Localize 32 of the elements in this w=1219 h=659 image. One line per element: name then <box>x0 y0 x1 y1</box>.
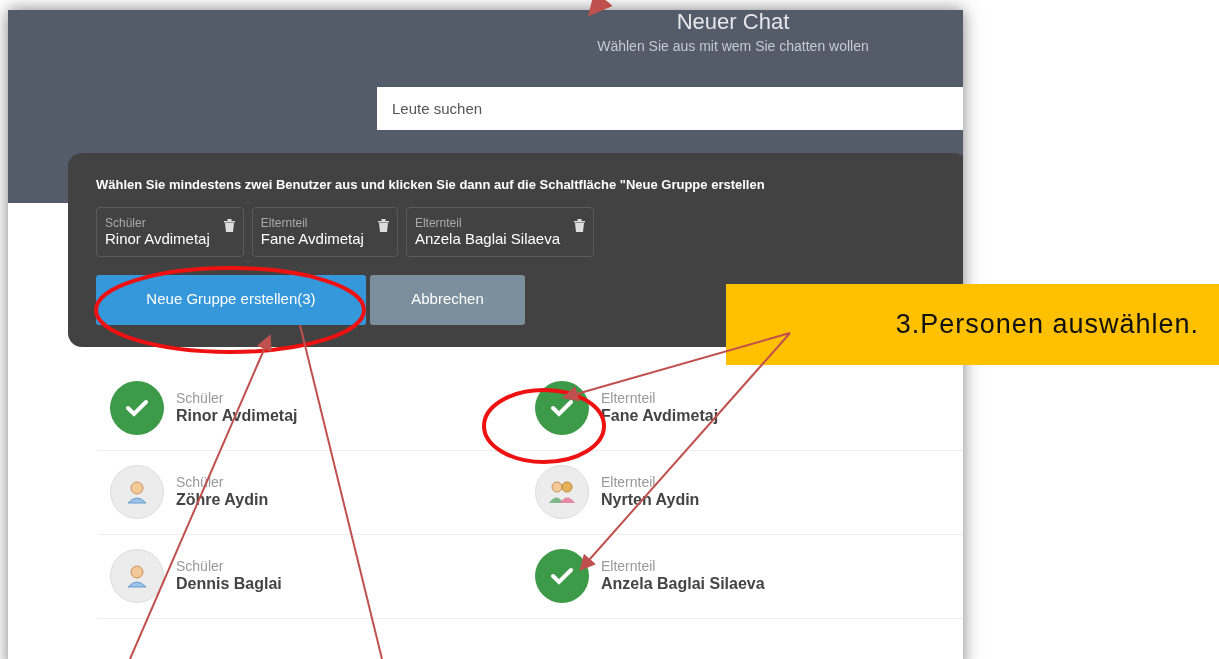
avatar[interactable] <box>110 549 164 603</box>
checked-avatar[interactable] <box>535 549 589 603</box>
search-field[interactable]: Leute suchen <box>377 87 963 130</box>
contact-role: Schüler <box>176 558 225 574</box>
people-icon <box>548 480 576 504</box>
contact-role: Schüler <box>176 390 225 406</box>
contact-name[interactable]: Anzela Baglai Silaeva <box>601 574 765 594</box>
trash-icon[interactable] <box>223 218 235 232</box>
callout-text: 3.Personen auswählen. <box>895 308 1199 342</box>
contact-role: Elternteil <box>601 474 657 490</box>
check-icon <box>126 399 148 417</box>
user-name: Fane Avdimetaj <box>260 229 364 248</box>
person-icon <box>126 480 148 504</box>
user-role: Elternteil <box>260 215 309 230</box>
instruction-text: Wählen Sie mindestens zwei Benutzer aus und klicken Sie dann auf die Schaltfläche "Neue Gruppe erstellen <box>96 176 766 194</box>
page-title: Neuer Chat <box>676 10 790 34</box>
user-name: Rinor Avdimetaj <box>105 229 210 248</box>
contact-role: Elternteil <box>601 558 657 574</box>
check-icon <box>551 399 573 417</box>
user-role: Elternteil <box>414 215 463 230</box>
user-name: Anzela Baglai Silaeva <box>414 229 560 248</box>
page-subtitle: Wählen Sie aus mit wem Sie chatten wollen <box>597 37 869 56</box>
contact-name[interactable]: Dennis Baglai <box>176 574 282 594</box>
trash-icon[interactable] <box>377 218 389 232</box>
checked-avatar[interactable] <box>110 381 164 435</box>
user-role: Schüler <box>105 215 147 230</box>
contact-role: Elternteil <box>601 390 657 406</box>
trash-icon[interactable] <box>574 218 585 232</box>
annotation-arrow <box>588 0 613 17</box>
person-icon <box>126 564 148 588</box>
avatar[interactable] <box>535 465 589 519</box>
check-icon <box>551 567 573 585</box>
